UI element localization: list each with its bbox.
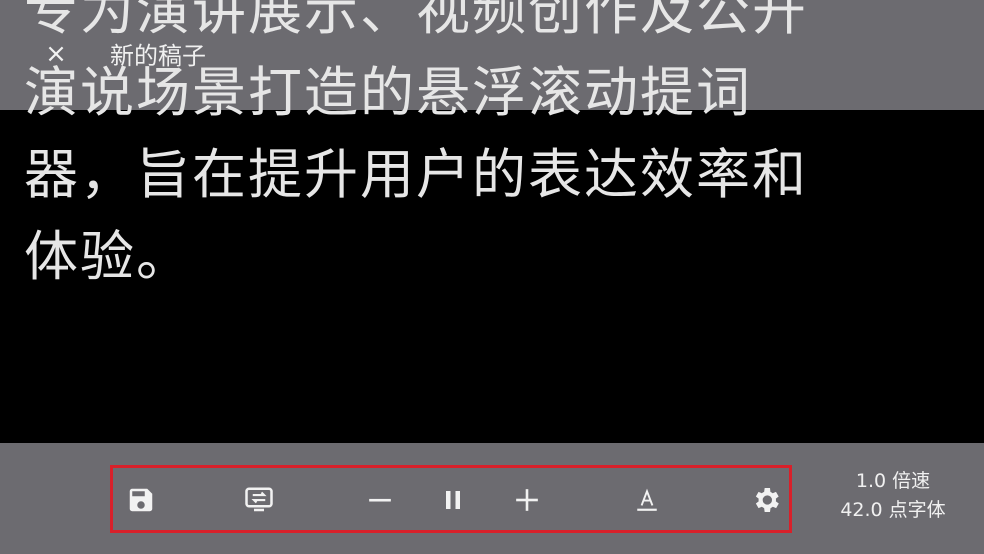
pause-icon (446, 491, 460, 509)
close-button[interactable]: × (40, 36, 72, 72)
speed-readout: 1.0 倍速 (855, 470, 931, 492)
script-line: 体验。 (24, 225, 192, 288)
font-size-readout: 42.0 点字体 (840, 499, 946, 521)
pause-button[interactable] (433, 480, 473, 520)
screen-swap-icon (245, 487, 273, 512)
settings-button[interactable] (746, 480, 786, 520)
status-readout: 1.0 倍速 42.0 点字体 (828, 467, 958, 525)
minus-icon (369, 498, 391, 502)
plus-icon (516, 489, 538, 511)
save-icon (129, 488, 153, 512)
text-format-icon (637, 488, 657, 511)
text-style-button[interactable] (627, 480, 667, 520)
save-button[interactable] (121, 480, 161, 520)
gear-icon (755, 488, 779, 512)
document-title: 新的稿子 (110, 42, 206, 70)
increase-speed-button[interactable] (507, 480, 547, 520)
playback-toolbar (110, 465, 792, 533)
display-mode-button[interactable] (239, 480, 279, 520)
bottom-control-bar: 1.0 倍速 42.0 点字体 (0, 443, 984, 554)
script-line: 器，旨在提升用户的表达效率和 (24, 143, 808, 206)
decrease-speed-button[interactable] (360, 480, 400, 520)
